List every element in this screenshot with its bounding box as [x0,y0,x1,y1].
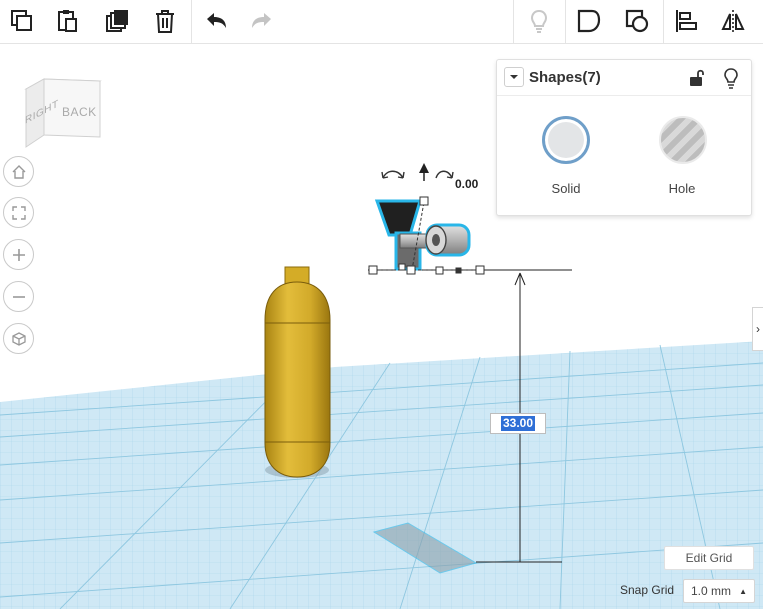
copy-icon [11,10,32,31]
rotation-value-label: 0.00 [455,177,479,191]
notes-button[interactable] [520,2,558,40]
lightbulb-icon [724,68,738,89]
workplane-grid [0,341,763,609]
solid-swatch[interactable] [542,116,590,164]
redo-icon [252,13,271,28]
group-button[interactable] [570,2,608,40]
hole-swatch[interactable] [659,116,707,164]
chevron-down-icon [510,75,518,79]
lock-button[interactable] [687,68,707,88]
edit-grid-button[interactable]: Edit Grid [664,546,754,570]
shape-inspector-panel: Shapes(7) Solid Hole [496,59,752,216]
move-up-arrow-icon[interactable] [419,163,429,173]
unlock-icon [690,69,704,86]
zoom-out-button[interactable] [3,281,34,312]
inspector-header: Shapes(7) [497,60,751,96]
elevation-value: 33.00 [500,416,536,431]
paste-button[interactable] [49,2,87,40]
perspective-icon [11,331,26,346]
mirror-button[interactable] [714,2,752,40]
view-cube-back-label: BACK [62,105,97,119]
workplane-viewport[interactable]: RIGHT BACK 0.00 33.00 Shapes(7) Solid Ho… [0,45,763,609]
toolbar-divider [565,0,566,44]
group-icon [577,9,601,33]
toolbar [0,0,763,44]
light-bulb-button[interactable] [721,67,741,89]
zoom-in-icon [12,248,25,261]
duplicate-button[interactable] [98,2,136,40]
toolbar-divider [513,0,514,44]
fit-view-icon [11,205,26,220]
perspective-button[interactable] [3,323,34,354]
trash-icon [156,10,174,33]
yellow-bottle-shape[interactable] [264,266,331,478]
undo-icon [207,13,226,28]
home-icon [12,164,25,179]
caret-up-icon: ▲ [739,587,747,596]
snap-grid-value: 1.0 mm [691,584,732,598]
solid-label: Solid [551,181,581,196]
mirror-icon [721,10,745,32]
ungroup-button[interactable] [618,2,656,40]
align-button[interactable] [667,2,705,40]
toolbar-divider [191,0,192,44]
copy-button[interactable] [3,2,41,40]
toolbar-divider [663,0,664,44]
duplicate-icon [106,10,128,32]
view-cube[interactable]: RIGHT BACK [20,75,104,155]
fit-view-button[interactable] [3,197,34,228]
zoom-in-button[interactable] [3,239,34,270]
lightbulb-icon [530,9,548,33]
chevron-right-icon: › [756,322,760,336]
home-view-button[interactable] [3,156,34,187]
undo-button[interactable] [197,2,235,40]
ungroup-icon [625,9,649,33]
align-icon [676,10,697,32]
collapse-inspector-button[interactable] [504,67,524,87]
redo-button[interactable] [243,2,281,40]
snap-grid-label: Snap Grid [620,583,675,597]
inspector-title: Shapes(7) [529,69,601,86]
snap-grid-select[interactable]: 1.0 mm ▲ [683,579,755,603]
delete-button[interactable] [146,2,184,40]
side-panel-toggle[interactable]: › [752,307,763,351]
paste-icon [58,10,77,32]
hole-label: Hole [668,181,696,196]
selected-shape-group[interactable] [374,199,471,271]
elevation-input[interactable]: 33.00 [490,413,546,434]
rotation-handles[interactable] [381,170,454,179]
zoom-out-icon [12,295,25,298]
